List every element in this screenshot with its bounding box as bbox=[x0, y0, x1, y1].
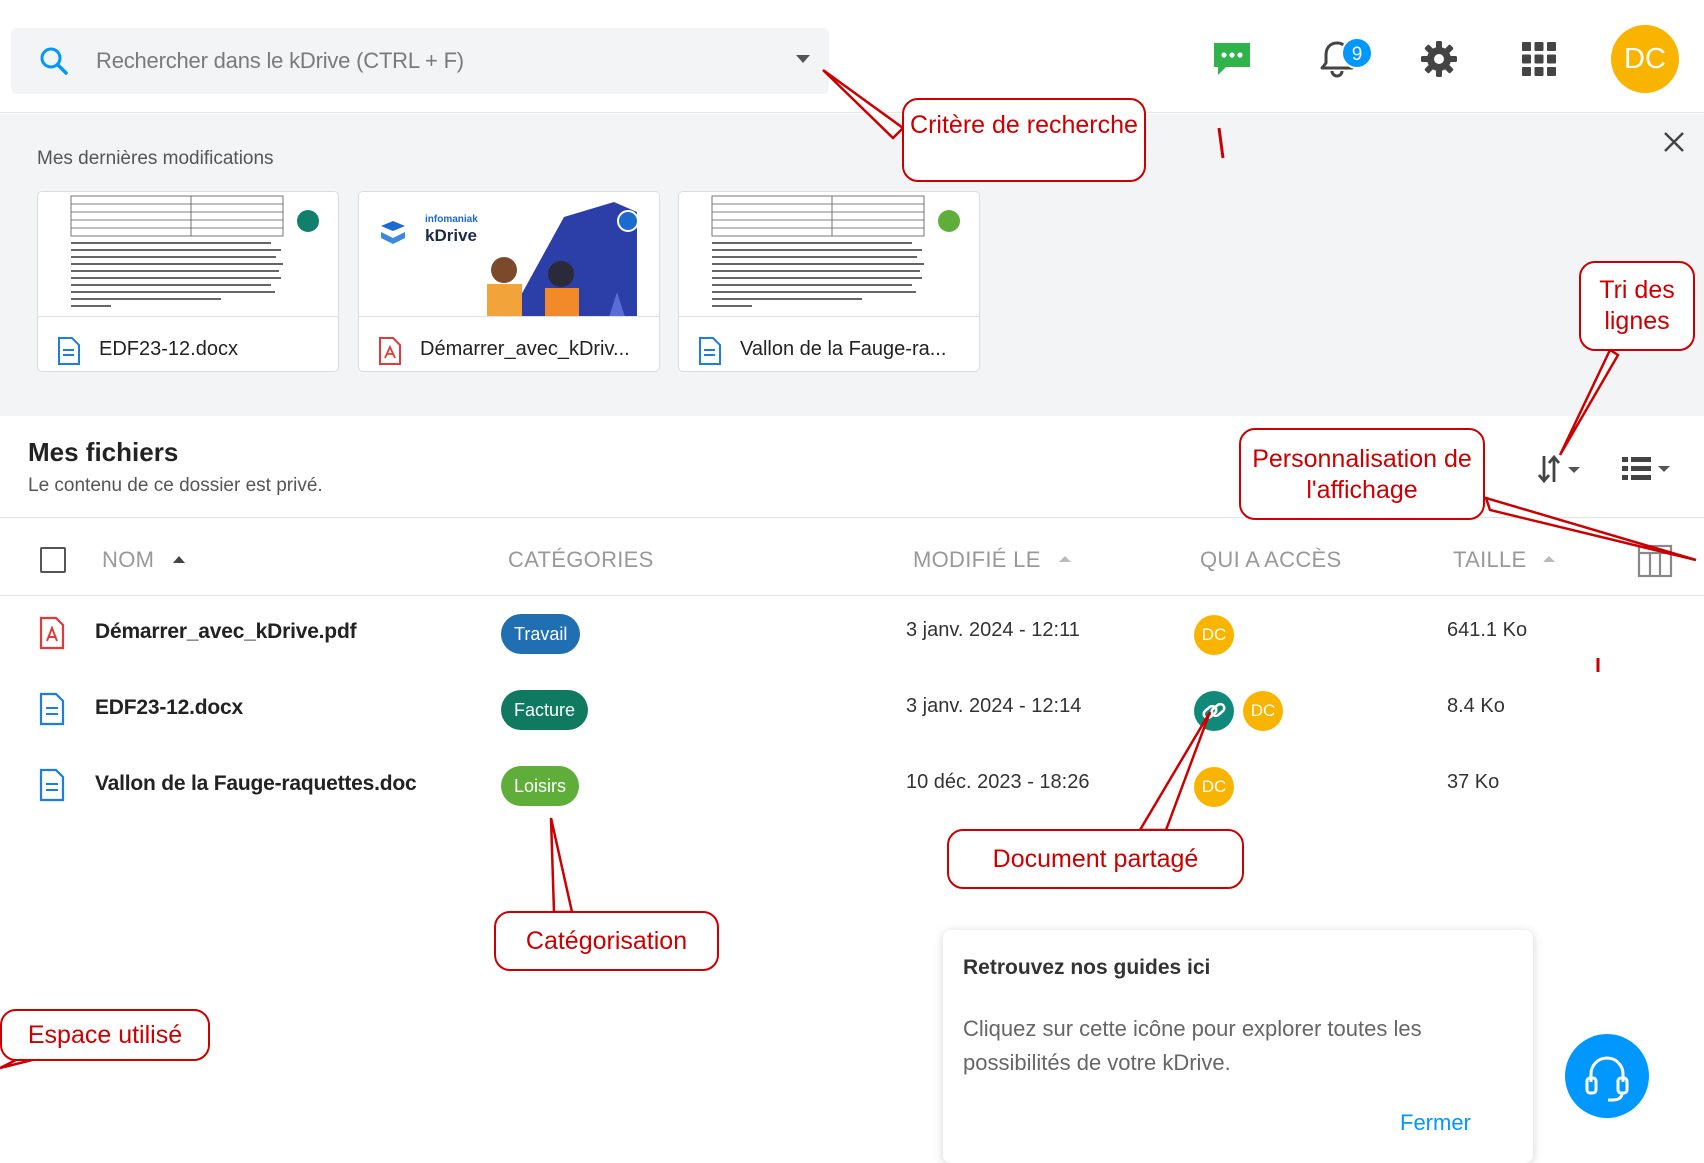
recent-modifications-panel: Mes dernières modifications EDF23-12.doc… bbox=[0, 114, 1704, 416]
annotation-shared-document: Document partagé bbox=[947, 829, 1244, 889]
support-button[interactable] bbox=[1565, 1034, 1649, 1118]
shared-link-icon[interactable] bbox=[1194, 691, 1234, 731]
status-dot bbox=[938, 210, 960, 232]
access-avatar[interactable]: DC bbox=[1243, 691, 1283, 731]
sort-asc-icon bbox=[173, 556, 185, 563]
recent-card-name: Vallon de la Fauge-ra... bbox=[740, 338, 947, 360]
headset-icon bbox=[1585, 1056, 1629, 1102]
guide-popup: Retrouvez nos guides ici Cliquez sur cet… bbox=[943, 930, 1533, 1163]
search-bar[interactable]: Rechercher dans le kDrive (CTRL + F) bbox=[11, 28, 829, 94]
sort-icon bbox=[1059, 556, 1071, 562]
annotation-sort-lines: Tri des lignes bbox=[1579, 261, 1695, 351]
file-name[interactable]: EDF23-12.docx bbox=[95, 696, 243, 720]
document-icon bbox=[699, 337, 721, 365]
user-avatar[interactable]: DC bbox=[1611, 25, 1679, 93]
annotation-used-space: Espace utilisé bbox=[0, 1009, 210, 1061]
guide-title: Retrouvez nos guides ici bbox=[963, 956, 1211, 979]
pdf-icon bbox=[39, 616, 65, 650]
list-view-icon[interactable] bbox=[1620, 452, 1676, 486]
column-header-categories: CATÉGORIES bbox=[508, 547, 654, 572]
apps-grid-icon[interactable] bbox=[1518, 38, 1560, 80]
search-input[interactable]: Rechercher dans le kDrive (CTRL + F) bbox=[96, 48, 464, 74]
modified-date: 3 janv. 2024 - 12:11 bbox=[906, 619, 1080, 641]
document-icon bbox=[58, 337, 80, 365]
page-subtitle: Le contenu de ce dossier est privé. bbox=[28, 475, 323, 496]
table-row[interactable]: Vallon de la Fauge-raquettes.doc Loisirs… bbox=[0, 754, 1704, 830]
document-thumbnail bbox=[679, 192, 979, 317]
divider bbox=[0, 595, 1704, 596]
file-size: 37 Ko bbox=[1447, 771, 1500, 793]
status-dot bbox=[617, 210, 639, 232]
top-bar: Rechercher dans le kDrive (CTRL + F) 9 D… bbox=[0, 0, 1704, 113]
access-avatar[interactable]: DC bbox=[1194, 615, 1234, 655]
table-row[interactable]: Démarrer_avec_kDrive.pdf Travail 3 janv.… bbox=[0, 602, 1704, 678]
column-header-access: QUI A ACCÈS bbox=[1200, 547, 1342, 572]
pdf-icon bbox=[379, 337, 401, 365]
gear-icon[interactable] bbox=[1418, 38, 1460, 80]
close-icon[interactable] bbox=[1660, 128, 1688, 156]
chat-icon[interactable] bbox=[1211, 38, 1253, 80]
sort-icon bbox=[1543, 556, 1555, 562]
search-options-chevron-icon[interactable] bbox=[796, 55, 810, 63]
recent-card[interactable]: Vallon de la Fauge-ra... bbox=[678, 191, 980, 372]
status-dot bbox=[297, 210, 319, 232]
file-name[interactable]: Vallon de la Fauge-raquettes.doc bbox=[95, 772, 417, 796]
page-title: Mes fichiers bbox=[28, 437, 179, 467]
recent-card[interactable]: EDF23-12.docx bbox=[37, 191, 339, 372]
category-tag[interactable]: Loisirs bbox=[501, 766, 580, 806]
thumb-brand: infomaniak bbox=[425, 214, 478, 225]
category-tag[interactable]: Facture bbox=[501, 690, 589, 730]
file-size: 8.4 Ko bbox=[1447, 695, 1505, 717]
document-thumbnail bbox=[38, 192, 338, 317]
file-name[interactable]: Démarrer_avec_kDrive.pdf bbox=[95, 620, 357, 644]
recent-title: Mes dernières modifications bbox=[37, 148, 274, 169]
recent-card[interactable]: infomaniak kDrive Démarrer_avec_kDriv... bbox=[358, 191, 660, 372]
column-header-size[interactable]: TAILLE bbox=[1453, 547, 1527, 573]
column-header-name[interactable]: NOM bbox=[102, 547, 154, 573]
access-avatar[interactable]: DC bbox=[1194, 767, 1234, 807]
annotation-search-criteria: Critère de recherche bbox=[902, 98, 1146, 182]
annotation-categorisation: Catégorisation bbox=[494, 911, 719, 971]
modified-date: 10 déc. 2023 - 18:26 bbox=[906, 771, 1090, 793]
thumb-title: kDrive bbox=[425, 226, 477, 245]
guide-close-button[interactable]: Fermer bbox=[1400, 1110, 1471, 1136]
notification-badge: 9 bbox=[1341, 37, 1373, 69]
category-tag[interactable]: Travail bbox=[501, 614, 581, 654]
search-icon bbox=[40, 47, 68, 75]
columns-settings-icon[interactable] bbox=[1637, 543, 1673, 579]
sort-icon[interactable] bbox=[1536, 452, 1586, 486]
file-size: 641.1 Ko bbox=[1447, 619, 1528, 641]
column-header-modified[interactable]: MODIFIÉ LE bbox=[913, 547, 1041, 573]
modified-date: 3 janv. 2024 - 12:14 bbox=[906, 695, 1082, 717]
guide-text: Cliquez sur cette icône pour explorer to… bbox=[963, 1016, 1422, 1075]
table-row[interactable]: EDF23-12.docx Facture 3 janv. 2024 - 12:… bbox=[0, 678, 1704, 754]
select-all-checkbox[interactable] bbox=[40, 547, 66, 573]
recent-card-name: EDF23-12.docx bbox=[99, 338, 238, 360]
kdrive-thumbnail: infomaniak kDrive bbox=[359, 192, 659, 317]
annotation-display-customization: Personnalisation de l'affichage bbox=[1239, 428, 1485, 520]
document-icon bbox=[39, 768, 65, 802]
document-icon bbox=[39, 692, 65, 726]
recent-card-name: Démarrer_avec_kDriv... bbox=[420, 338, 630, 360]
